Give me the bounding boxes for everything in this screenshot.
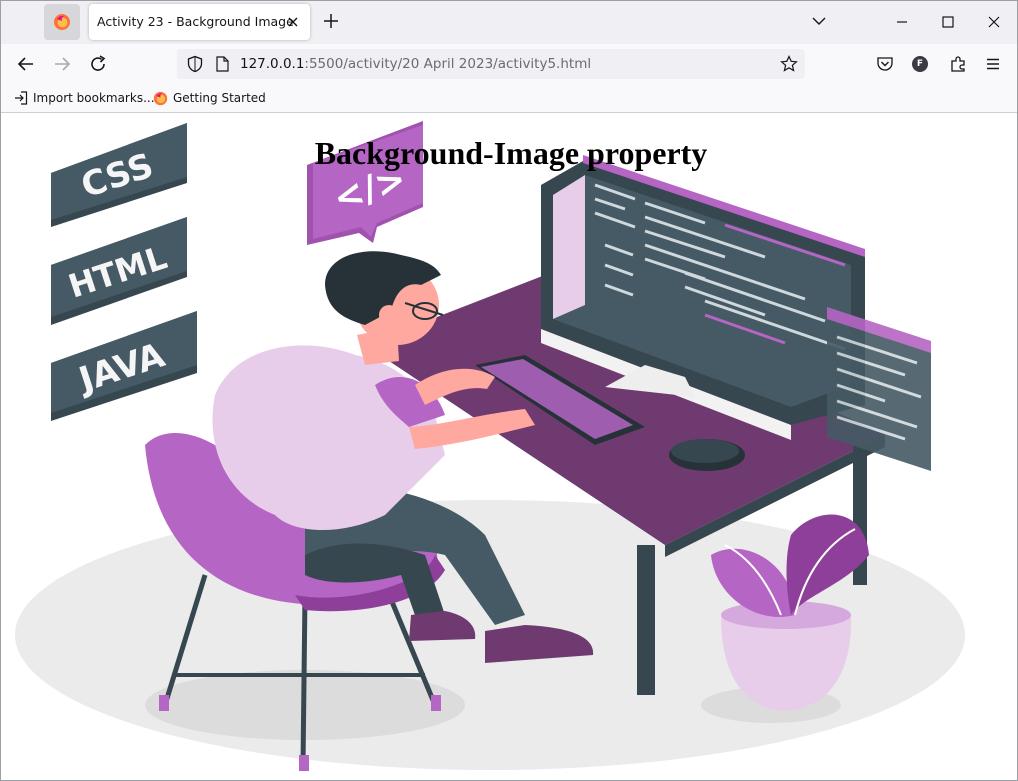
page-viewport: CSS HTML JAVA </> Background-Image prope… bbox=[5, 115, 1017, 780]
firefox-icon bbox=[54, 14, 70, 30]
profile-initial: F bbox=[916, 59, 924, 69]
minimize-icon[interactable] bbox=[895, 15, 909, 29]
page-title: Background-Image property bbox=[314, 135, 708, 171]
page-icon bbox=[216, 56, 229, 72]
tab-strip: Activity 23 - Background Image bbox=[1, 1, 1017, 44]
firefox-icon bbox=[153, 91, 168, 105]
firefox-view-button[interactable] bbox=[44, 4, 80, 40]
bookmarks-toolbar: Import bookmarks... Getting Started bbox=[1, 84, 1017, 113]
developer-illustration: CSS HTML JAVA </> bbox=[15, 121, 965, 771]
chevron-down-icon[interactable] bbox=[812, 15, 826, 27]
window-close-icon[interactable] bbox=[987, 15, 1001, 29]
profile-avatar[interactable]: F bbox=[912, 56, 928, 72]
extensions-icon[interactable] bbox=[949, 55, 967, 73]
maximize-icon[interactable] bbox=[941, 15, 955, 29]
bookmark-label: Import bookmarks... bbox=[33, 91, 155, 105]
plus-icon[interactable] bbox=[323, 13, 339, 29]
tab-title: Activity 23 - Background Image bbox=[97, 14, 294, 29]
mouse bbox=[669, 439, 745, 471]
pocket-icon[interactable] bbox=[876, 55, 894, 73]
bookmark-getting-started[interactable]: Getting Started bbox=[153, 89, 266, 107]
forward-arrow-icon[interactable] bbox=[52, 54, 72, 74]
html-badge: HTML bbox=[51, 217, 187, 325]
menu-icon[interactable] bbox=[985, 56, 1001, 72]
java-badge: JAVA bbox=[51, 311, 197, 421]
navigation-toolbar: 127.0.0.1:5500/activity/20 April 2023/ac… bbox=[1, 44, 1017, 84]
url-host: 127.0.0.1 bbox=[240, 56, 305, 72]
tab-active[interactable]: Activity 23 - Background Image bbox=[89, 4, 310, 40]
import-icon bbox=[15, 91, 28, 105]
url-path: :5500/activity/20 April 2023/activity5.h… bbox=[304, 56, 592, 72]
close-icon[interactable] bbox=[287, 16, 299, 28]
bookmark-label: Getting Started bbox=[173, 91, 266, 105]
url-text[interactable]: 127.0.0.1:5500/activity/20 April 2023/ac… bbox=[240, 56, 591, 72]
back-arrow-icon[interactable] bbox=[16, 54, 36, 74]
address-bar[interactable]: 127.0.0.1:5500/activity/20 April 2023/ac… bbox=[177, 49, 805, 79]
browser-window: Activity 23 - Background Image 127.0.0.1… bbox=[0, 0, 1018, 781]
bookmark-import[interactable]: Import bookmarks... bbox=[14, 89, 155, 107]
shield-icon[interactable] bbox=[186, 55, 204, 73]
star-icon[interactable] bbox=[780, 55, 798, 73]
reload-icon[interactable] bbox=[88, 54, 108, 74]
